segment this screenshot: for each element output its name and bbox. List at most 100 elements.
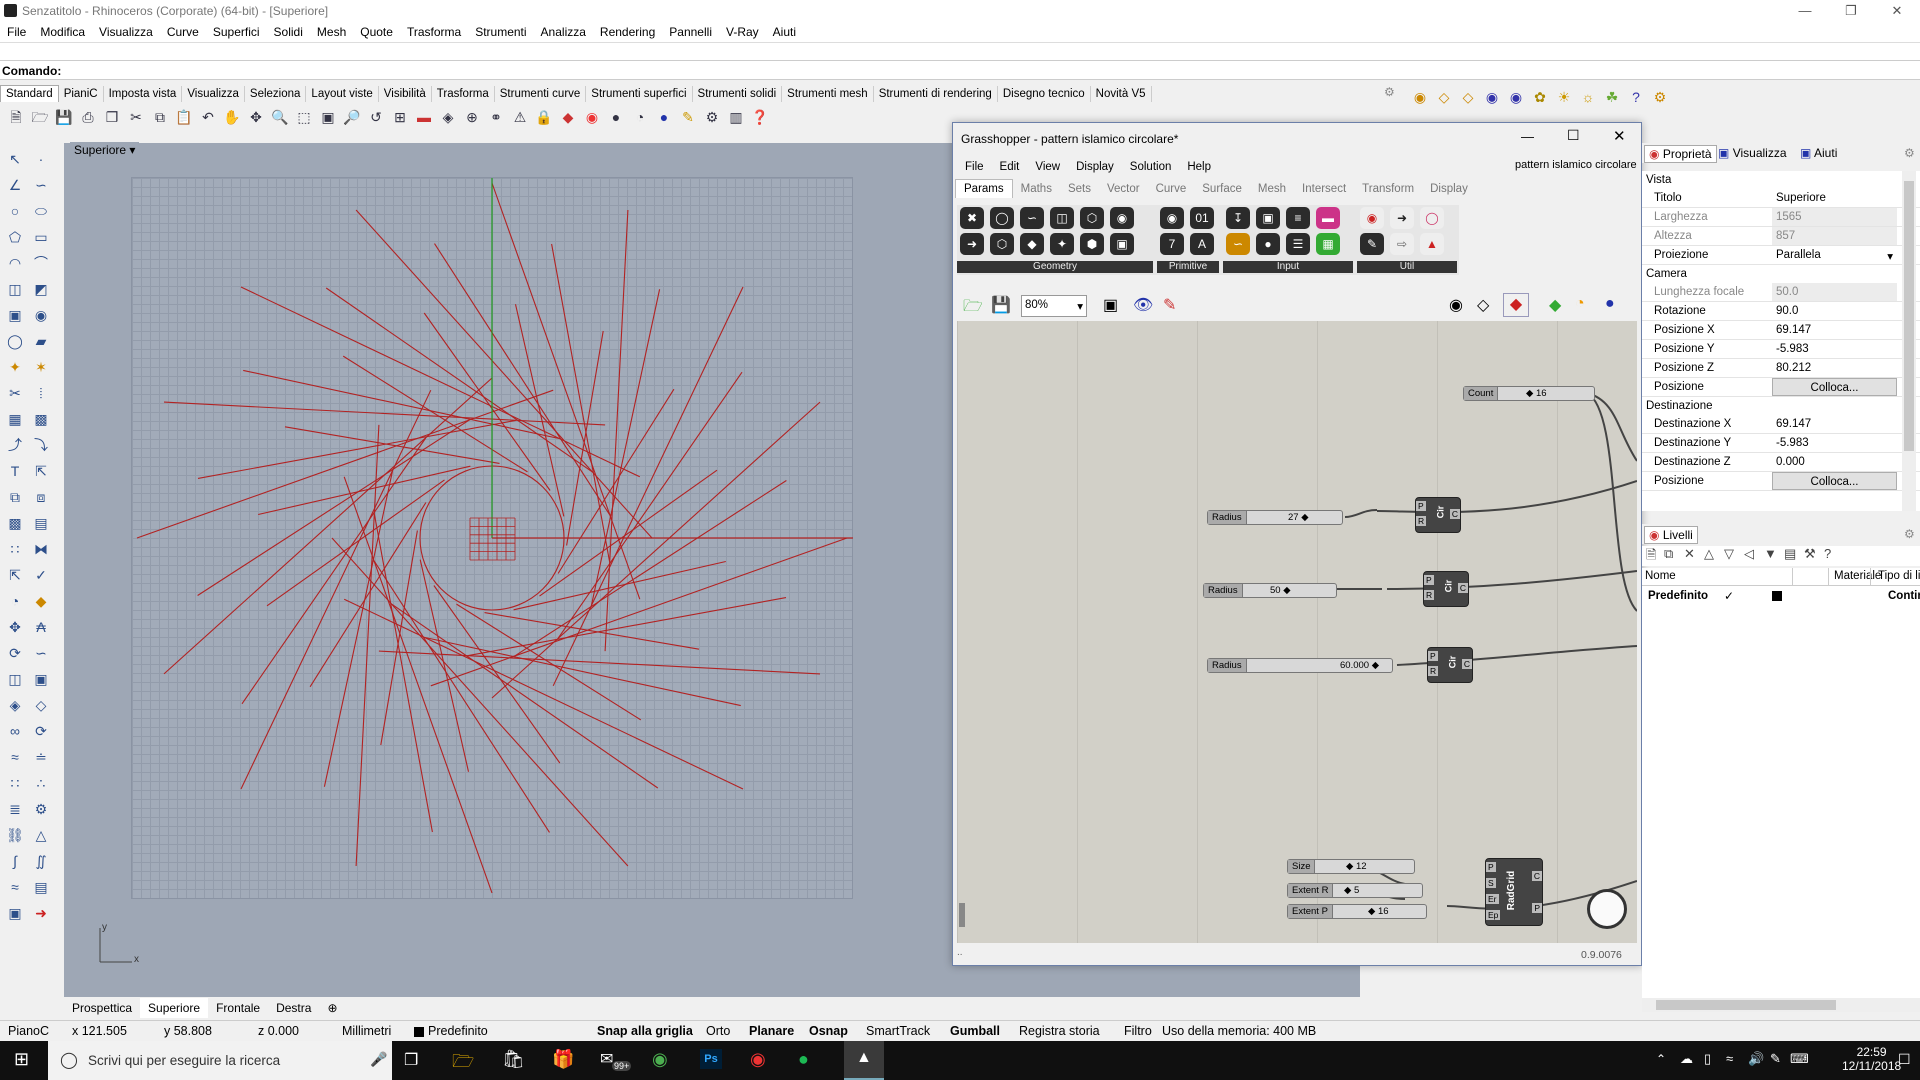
status-plane[interactable]: PianoC <box>8 1024 49 1038</box>
status-ortho[interactable]: Orto <box>706 1024 730 1038</box>
gh-radius-slider-1[interactable]: Radius 27 ◆ <box>1207 510 1343 525</box>
gh-canvas[interactable]: Count ◆ 16 Radius 27 ◆ Radius 50 ◆ Radius 60… <box>957 321 1637 943</box>
gh-extent-r-slider[interactable]: Extent R ◆ 5 <box>1287 883 1423 898</box>
gh-menu-help[interactable]: Help <box>1179 161 1219 173</box>
battery-icon[interactable]: ▯ <box>1704 1051 1711 1067</box>
gh-minimize-button[interactable]: — <box>1521 129 1534 144</box>
gh-button-icon[interactable]: ● <box>1256 233 1280 255</box>
gh-navigation-widget[interactable] <box>1587 889 1627 929</box>
gh-graph-icon[interactable]: ∽ <box>1226 233 1250 255</box>
tab-superiore[interactable]: Superiore <box>140 998 209 1018</box>
gh-cat-util[interactable]: Util <box>1357 261 1457 273</box>
gh-integer-param-icon[interactable]: 01 <box>1190 207 1214 229</box>
gh-gradient-icon[interactable]: ▬ <box>1316 207 1340 229</box>
gh-tab-vector[interactable]: Vector <box>1099 180 1148 198</box>
current-layer-check[interactable]: ✓ <box>1724 589 1734 603</box>
pen-icon[interactable]: ✎ <box>1770 1051 1781 1067</box>
gh-tab-intersect[interactable]: Intersect <box>1294 180 1354 198</box>
gh-mesh-param-icon[interactable]: ◉ <box>1110 207 1134 229</box>
col-materiale[interactable]: Materiale <box>1790 570 1881 582</box>
gh-matrix-icon[interactable]: ▦ <box>1316 233 1340 255</box>
layers-gear-icon[interactable]: ⚙ <box>1904 527 1915 541</box>
gh-cat-input[interactable]: Input <box>1223 261 1353 273</box>
taskbar-search[interactable]: ◯ Scrivi qui per eseguire la ricerca 🎤 <box>48 1041 392 1080</box>
tab-visualizza-panel[interactable]: ▣ Visualizza <box>1718 146 1787 160</box>
status-filter[interactable]: Filtro <box>1124 1024 1152 1038</box>
move-down-icon[interactable]: ▽ <box>1724 546 1734 562</box>
status-units[interactable]: Millimetri <box>342 1024 391 1038</box>
gh-list-icon[interactable]: ☰ <box>1286 233 1310 255</box>
volume-icon[interactable]: 🔊 <box>1748 1051 1764 1067</box>
gh-radius-slider-2[interactable]: Radius 50 ◆ <box>1203 583 1337 598</box>
taskbar-clock[interactable]: 22:59 12/11/2018 <box>1842 1045 1901 1073</box>
gh-flask-icon[interactable]: ▲ <box>1420 233 1444 255</box>
cloud-icon[interactable]: ☁ <box>1680 1051 1693 1067</box>
gh-tab-params[interactable]: Params <box>955 179 1013 198</box>
microphone-icon[interactable]: 🎤 <box>370 1051 387 1068</box>
gh-cat-primitive[interactable]: Primitive <box>1157 261 1219 273</box>
gh-preview-wire-icon[interactable]: ◇ <box>1477 295 1489 315</box>
status-history[interactable]: Registra storia <box>1019 1024 1100 1038</box>
gh-point-param-icon[interactable]: ✦ <box>1050 233 1074 255</box>
gh-radgrid-component[interactable]: P S Er Ep RadGrid CP <box>1485 858 1543 926</box>
gh-menu-file[interactable]: File <box>957 161 992 173</box>
gh-circle-param-icon[interactable]: ◯ <box>990 207 1014 229</box>
wifi-icon[interactable]: ≈ <box>1726 1051 1733 1066</box>
gh-preview-off-icon[interactable]: ◉ <box>1449 295 1463 315</box>
gh-line-param-icon[interactable]: ➜ <box>960 233 984 255</box>
gh-brep-param-icon[interactable]: ⬡ <box>1080 207 1104 229</box>
gh-bake-icon[interactable]: ◆ <box>1549 295 1561 315</box>
layer-help-icon[interactable]: ? <box>1824 546 1831 561</box>
gh-relay-icon[interactable]: ⇨ <box>1390 233 1414 255</box>
layer-row-predefinito[interactable]: Predefinito ✓ Continuo <box>1642 586 1920 606</box>
gh-open-icon[interactable]: 🗁 <box>963 295 983 322</box>
chrome-icon[interactable]: ◉ <box>652 1049 668 1070</box>
grasshopper-window[interactable]: Grasshopper - pattern islamico circolare… <box>952 122 1642 966</box>
col-nome[interactable]: Nome <box>1645 570 1676 582</box>
notifications-icon[interactable]: ☐ <box>1898 1051 1911 1068</box>
status-smarttrack[interactable]: SmartTrack <box>866 1024 930 1038</box>
gh-maximize-button[interactable]: ☐ <box>1567 127 1580 144</box>
gh-sketch-icon[interactable]: ✎ <box>1163 295 1176 315</box>
col-tipo-linea[interactable]: Tipo di line <box>1870 570 1920 582</box>
new-sublayer-icon[interactable]: ⧉ <box>1664 546 1673 562</box>
gh-eye-icon[interactable]: 👁 <box>1133 295 1153 315</box>
language-icon[interactable]: ⌨ <box>1790 1051 1809 1067</box>
gh-menu-view[interactable]: View <box>1027 161 1068 173</box>
gh-document-name[interactable]: pattern islamico circolare <box>1515 159 1637 171</box>
status-snap[interactable]: Snap alla griglia <box>597 1024 693 1038</box>
gh-canvas-scroll-handle[interactable] <box>959 903 965 927</box>
spotify-icon[interactable]: ● <box>798 1049 809 1070</box>
gh-display-sphere-icon[interactable]: ● <box>1605 295 1615 313</box>
gh-circle-component-3[interactable]: P R Cir C <box>1427 647 1473 683</box>
new-layer-icon[interactable]: 🗎 <box>1646 546 1656 568</box>
record-app-icon[interactable]: ◉ <box>750 1049 766 1070</box>
tray-chevron-icon[interactable]: ⌃ <box>1656 1052 1666 1066</box>
gh-scribble-icon[interactable]: ✎ <box>1360 233 1384 255</box>
move-up-icon[interactable]: △ <box>1704 546 1714 562</box>
photoshop-icon[interactable]: Ps <box>700 1049 722 1069</box>
layer-states-icon[interactable]: ▤ <box>1784 546 1796 562</box>
gh-save-icon[interactable]: 💾 <box>991 295 1011 315</box>
gh-box-param-icon[interactable]: ▣ <box>1110 233 1134 255</box>
gh-circle-component-2[interactable]: P R Cir C <box>1423 571 1469 607</box>
gh-tab-sets[interactable]: Sets <box>1060 180 1099 198</box>
gh-preview-shaded-icon[interactable]: ◆ <box>1503 293 1529 317</box>
gh-tab-display[interactable]: Display <box>1422 180 1476 198</box>
layer-color-icon[interactable] <box>1772 591 1782 601</box>
gh-tab-transform[interactable]: Transform <box>1354 180 1422 198</box>
status-layer[interactable]: Predefinito <box>428 1024 488 1038</box>
gh-material-icon[interactable]: ◔ <box>1575 295 1585 313</box>
gh-group-param-icon[interactable]: ◆ <box>1020 233 1044 255</box>
gh-number-param-icon[interactable]: 7 <box>1160 233 1184 255</box>
windows-start-icon[interactable]: ⊞ <box>14 1049 29 1070</box>
gh-cat-geometry[interactable]: Geometry <box>957 261 1153 273</box>
gh-geometry-icon[interactable]: ✖ <box>960 207 984 229</box>
status-gumball[interactable]: Gumball <box>950 1024 1000 1038</box>
gh-tab-mesh[interactable]: Mesh <box>1250 180 1294 198</box>
panel-gear-icon[interactable]: ⚙ <box>1904 146 1915 160</box>
gh-cherry-icon[interactable]: ◉ <box>1360 207 1384 229</box>
properties-scrollbar[interactable] <box>1902 171 1916 511</box>
gh-boolean-param-icon[interactable]: ◉ <box>1160 207 1184 229</box>
gh-tab-curve[interactable]: Curve <box>1148 180 1195 198</box>
